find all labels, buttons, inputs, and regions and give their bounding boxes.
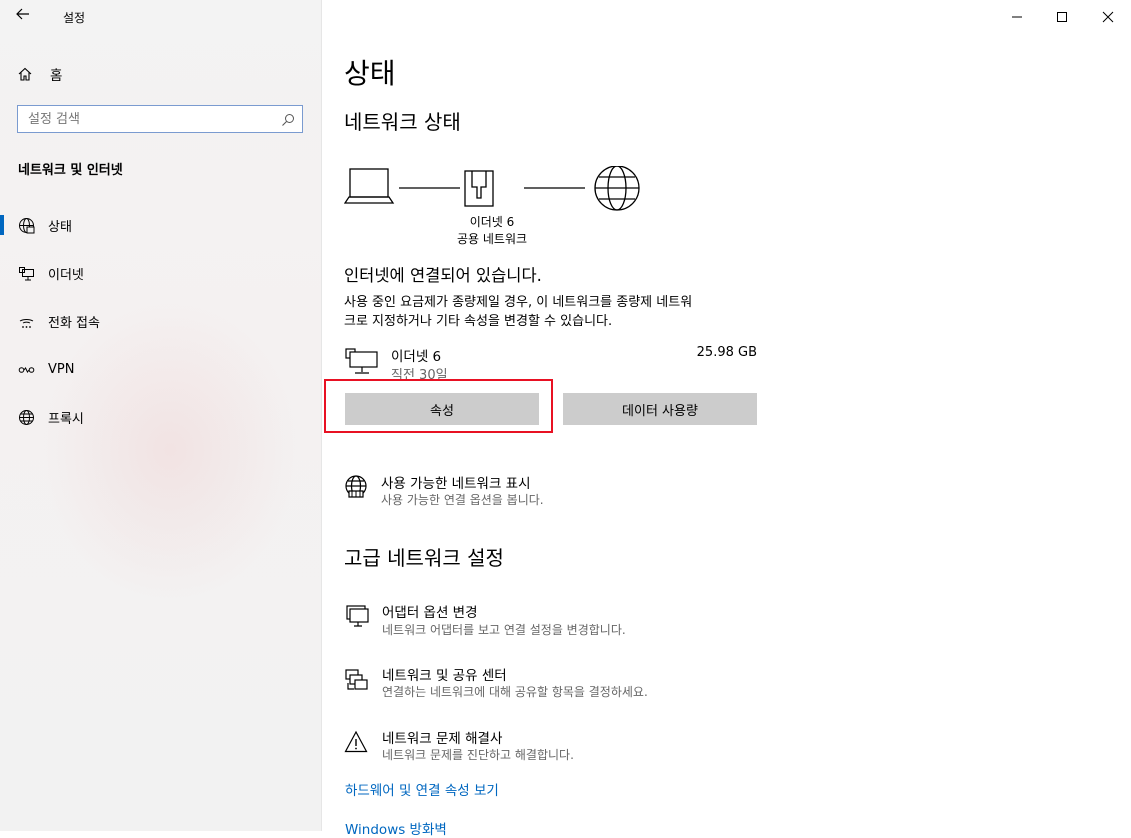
vpn-icon (17, 360, 35, 378)
diagram-adapter-name: 이더넷 6 (469, 215, 515, 229)
sidebar-item-label: 전화 접속 (48, 315, 100, 331)
advanced-settings-title: 고급 네트워크 설정 (344, 546, 504, 570)
sidebar-item-label: 이더넷 (48, 267, 84, 283)
maximize-icon (1057, 12, 1067, 22)
globe-icon (17, 408, 35, 426)
dialup-icon (17, 312, 35, 330)
data-usage-value: 25.98 GB (696, 345, 757, 360)
sidebar-item-status[interactable]: 상태 (0, 205, 320, 245)
sidebar-background-tint (40, 300, 300, 600)
globe-network-icon (344, 474, 368, 504)
globe-status-icon (17, 216, 35, 234)
warning-icon (344, 730, 368, 758)
sidebar: 설정 홈 네트워크 및 인터넷 상태 이더넷 전화 접속 VPN (0, 0, 322, 831)
show-networks-link[interactable]: 사용 가능한 네트워크 표시 (381, 472, 531, 492)
window-title: 설정 (63, 11, 86, 25)
adapter-options-link[interactable]: 어댑터 옵션 변경 (382, 601, 478, 621)
adapter-icon (345, 604, 369, 632)
ethernet-icon (17, 264, 35, 282)
sidebar-item-vpn[interactable]: VPN (0, 349, 320, 389)
ethernet-port-icon (464, 170, 494, 207)
show-networks-subtitle: 사용 가능한 연결 옵션을 봅니다. (381, 493, 544, 507)
search-icon[interactable] (281, 112, 295, 131)
properties-button[interactable]: 속성 (345, 393, 539, 425)
windows-firewall-link[interactable]: Windows 방화벽 (345, 818, 447, 838)
internet-globe-icon (594, 165, 640, 211)
troubleshooter-link[interactable]: 네트워크 문제 해결사 (382, 727, 502, 747)
data-usage-button[interactable]: 데이터 사용량 (563, 393, 757, 425)
minimize-button[interactable] (994, 0, 1040, 34)
sharing-center-link[interactable]: 네트워크 및 공유 센터 (382, 664, 507, 684)
sidebar-item-ethernet[interactable]: 이더넷 (0, 253, 320, 293)
ethernet-adapter-icon (345, 347, 379, 379)
connection-name: 이더넷 6 (391, 349, 442, 365)
troubleshooter-subtitle: 네트워크 문제를 진단하고 해결합니다. (382, 748, 574, 762)
metered-description-line2: 크로 지정하거나 기타 속성을 변경할 수 있습니다. (344, 314, 613, 329)
home-icon (17, 66, 34, 83)
page-title: 상태 (344, 57, 396, 90)
sidebar-item-home[interactable]: 홈 (50, 64, 62, 84)
close-icon (1102, 11, 1114, 23)
close-button[interactable] (1085, 0, 1131, 34)
diagram-network-type: 공용 네트워크 (456, 232, 528, 246)
sidebar-item-label: 상태 (48, 219, 72, 235)
hardware-properties-link[interactable]: 하드웨어 및 연결 속성 보기 (345, 779, 499, 799)
sharing-center-subtitle: 연결하는 네트워크에 대해 공유할 항목을 결정하세요. (382, 685, 648, 699)
network-diagram (343, 165, 644, 216)
network-status-title: 네트워크 상태 (344, 110, 461, 134)
adapter-options-subtitle: 네트워크 어댑터를 보고 연결 설정을 변경합니다. (382, 623, 626, 637)
sidebar-item-dialup[interactable]: 전화 접속 (0, 301, 320, 341)
search-box[interactable] (17, 105, 303, 133)
selected-indicator (0, 215, 4, 235)
sidebar-item-label: VPN (48, 361, 75, 377)
sidebar-section-title: 네트워크 및 인터넷 (18, 163, 123, 178)
laptop-icon (343, 168, 395, 204)
sidebar-item-label: 프록시 (48, 411, 84, 427)
maximize-button[interactable] (1039, 0, 1085, 34)
back-arrow-icon[interactable] (15, 6, 31, 26)
sharing-center-icon (344, 667, 370, 697)
minimize-icon (1012, 16, 1022, 18)
metered-description-line1: 사용 중인 요금제가 종량제일 경우, 이 네트워크를 종량제 네트워 (344, 295, 693, 310)
sidebar-item-proxy[interactable]: 프록시 (0, 397, 320, 437)
connection-status-text: 인터넷에 연결되어 있습니다. (344, 266, 542, 285)
search-input[interactable] (18, 106, 268, 132)
